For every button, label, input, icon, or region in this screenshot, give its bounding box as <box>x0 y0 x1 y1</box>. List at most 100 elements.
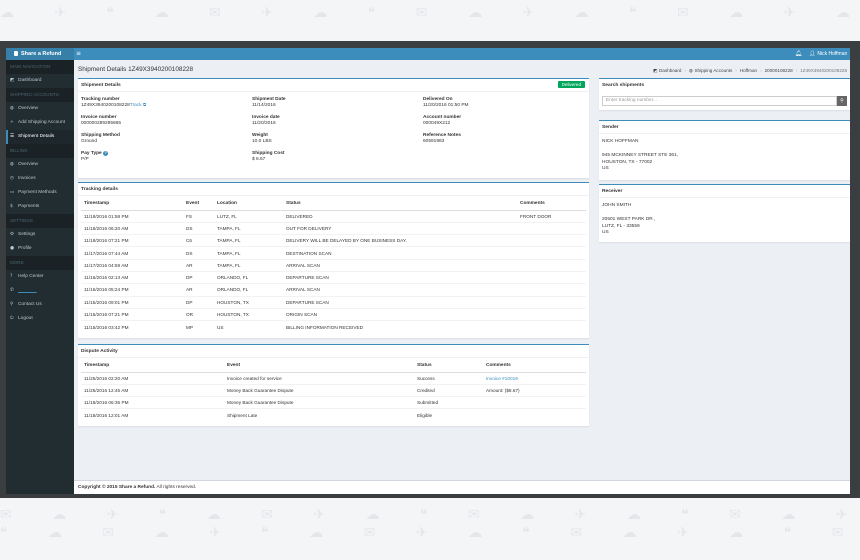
table-cell: 11/18/2016 06:36 PM <box>81 396 224 409</box>
top-navbar: Share a Refund ≡ 🔔︎ 👤︎ Nick Hoffman <box>6 48 850 60</box>
user-menu[interactable]: 👤︎ Nick Hoffman <box>809 48 847 60</box>
sidebar-item[interactable]: + Add Shipping Account <box>6 116 74 130</box>
table-cell: 11/18/2016 06:20 AM <box>81 221 183 235</box>
receiver-country: US <box>602 230 609 235</box>
search-icon[interactable]: ⚲ <box>837 96 847 106</box>
table-cell: HOUSTON, TX <box>214 307 283 321</box>
user-icon: ● <box>10 246 15 251</box>
table-cell: ORIGIN SCAN <box>283 307 517 321</box>
table-header-cell: Comments <box>517 198 586 211</box>
sidebar-item-label: Shipment Details <box>18 134 55 139</box>
table-cell <box>483 396 586 409</box>
sidebar-item[interactable]: $ Payments <box>6 200 74 214</box>
table-cell: US <box>214 320 283 333</box>
sidebar-item-label: Add Shipping Account <box>18 120 65 125</box>
clock-icon: ◷ <box>10 176 15 181</box>
sidebar-item[interactable]: ▭ Payment Methods <box>6 186 74 200</box>
table-cell <box>517 270 586 284</box>
breadcrumb-item[interactable]: Shipping Accounts <box>694 68 732 73</box>
breadcrumb-item[interactable]: Hoffman <box>740 68 757 73</box>
table-cell: DP <box>183 270 214 284</box>
sidebar-item[interactable]: ☰ Shipment Details <box>6 130 74 144</box>
table-cell: MP <box>183 320 214 333</box>
table-cell: TAMPA, FL <box>214 221 283 235</box>
sidebar-item[interactable]: ? Help Center <box>6 270 74 284</box>
sidebar-section-header: MAIN NAVIGATION <box>6 60 74 74</box>
table-cell: DEPARTURE SCAN <box>283 270 517 284</box>
table-cell <box>517 295 586 309</box>
tracking-number-field: Tracking number 1Z49X3940200108228Track ⧉ <box>81 97 147 109</box>
map-marker-icon: ⚲ <box>10 302 14 307</box>
plus-icon: + <box>10 120 14 125</box>
gear-icon: ⚙ <box>10 232 15 237</box>
sidebar-item[interactable]: ⏻ Logout <box>6 312 74 326</box>
table-cell: 11/15/2016 09:01 PM <box>81 295 183 309</box>
sidebar-item[interactable]: ◷ Invoices <box>6 172 74 186</box>
info-icon[interactable]: ? <box>103 151 109 156</box>
footer: Copyright © 2015 Share a Refund. All rig… <box>74 480 850 494</box>
logout-icon: ⏻ <box>10 316 14 321</box>
table-cell <box>517 283 586 297</box>
breadcrumb-item[interactable]: Dashboard <box>659 68 681 73</box>
breadcrumb-item[interactable]: 20000108228 <box>765 68 793 73</box>
sender-address2: HOUSTON, TX - 77002 <box>602 159 653 165</box>
sidebar-item[interactable]: ✆ <box>6 284 74 298</box>
table-cell: 11/16/2016 05:24 PM <box>81 283 183 297</box>
table-cell[interactable]: Invoice #10019 <box>483 371 586 385</box>
account-number-field: Account number 000049X212 <box>423 115 462 127</box>
table-row: 11/18/2016 06:20 AM DS TAMPA, FL OUT FOR DE… <box>81 221 586 235</box>
table-cell: LUTZ, FL <box>214 209 283 223</box>
search-input[interactable]: Enter tracking number... <box>602 96 837 106</box>
table-cell: ARRIVAL SCAN <box>283 258 517 272</box>
sidebar-item[interactable]: ◍ Overview <box>6 102 74 116</box>
sidebar-item-label: Invoices <box>18 176 36 181</box>
table-cell: Amount: ($8.67) <box>483 383 586 397</box>
tracking-table: Timestamp Event Location Status Comments 11/… <box>81 198 586 333</box>
sidebar-item[interactable]: ● Profile <box>6 242 74 256</box>
background-pattern-bottom: ✉ ☁ ✈ ❝ ☁ ✉ ✈ ☁ ❝ ✉ ☁ ✈ ☁ ❝ ✉ ☁ ✈ ☁ ❝ ✉ … <box>0 507 860 541</box>
table-cell: 11/17/2016 07:44 AM <box>81 246 183 260</box>
sidebar-item[interactable]: ◍ Overview <box>6 158 74 172</box>
dispute-table: Timestamp Event Status Comments 11/25/2016 … <box>81 360 586 422</box>
table-cell: 11/16/2016 02:13 AM <box>81 270 183 284</box>
dashboard-icon: ◩ <box>10 78 15 83</box>
table-cell: ORLANDO, FL <box>214 283 283 297</box>
table-header-cell: Timestamp <box>81 198 183 211</box>
table-cell: OR <box>183 307 214 321</box>
sidebar-item-label <box>18 288 37 293</box>
table-cell: Success <box>414 371 483 385</box>
app-logo[interactable]: Share a Refund <box>6 48 74 60</box>
sidebar-item[interactable]: ◩ Dashboard <box>6 74 74 88</box>
sidebar-item[interactable]: ⚲ Contact Us <box>6 298 74 312</box>
table-cell: DEPARTURE SCAN <box>283 295 517 309</box>
sender-name: NICK HOFFMAN <box>602 139 639 144</box>
receiver-title: Receiver <box>599 185 850 198</box>
table-row: 11/18/2016 12:01 AM Shipment Late Eligible <box>81 408 586 422</box>
weight-field: Weight 10.0 LBS <box>252 133 272 145</box>
breadcrumb-separator: › <box>735 68 737 73</box>
track-link[interactable]: Track ⧉ <box>130 103 146 108</box>
sidebar-section-header: MORE <box>6 256 74 270</box>
shipment-date-field: Shipment Date 11/14/2016 <box>252 97 286 109</box>
table-cell: C6 <box>183 234 214 247</box>
table-cell: 11/15/2016 07:21 PM <box>81 307 183 321</box>
sidebar-section-header: SETTINGS <box>6 214 74 228</box>
table-cell: DP <box>183 295 214 309</box>
search-shipments-title: Search shipments <box>602 83 645 88</box>
page-title: Shipment Details 1Z49X3940200108228 <box>78 66 194 73</box>
shipping-method-field: Shipping Method Ground <box>81 133 120 145</box>
table-cell: DS <box>183 246 214 260</box>
bell-icon[interactable]: 🔔︎ <box>795 48 802 60</box>
table-cell: TAMPA, FL <box>214 258 283 272</box>
menu-toggle-icon[interactable]: ≡ <box>76 48 81 60</box>
table-cell: TAMPA, FL <box>214 246 283 260</box>
sidebar-item-label: Contact Us <box>18 302 42 307</box>
table-cell <box>517 307 586 321</box>
sidebar-item[interactable]: ⚙ Settings <box>6 228 74 242</box>
table-cell: FS <box>183 209 214 223</box>
search-shipments-box: Search shipments Enter tracking number..… <box>599 78 850 110</box>
shipment-details-title: Shipment Details Delivered <box>78 79 589 92</box>
tracking-details-title: Tracking details <box>78 183 589 196</box>
reference-notes-field: Reference Notes 60591983 <box>423 133 461 145</box>
table-header-cell: Status <box>414 360 483 373</box>
